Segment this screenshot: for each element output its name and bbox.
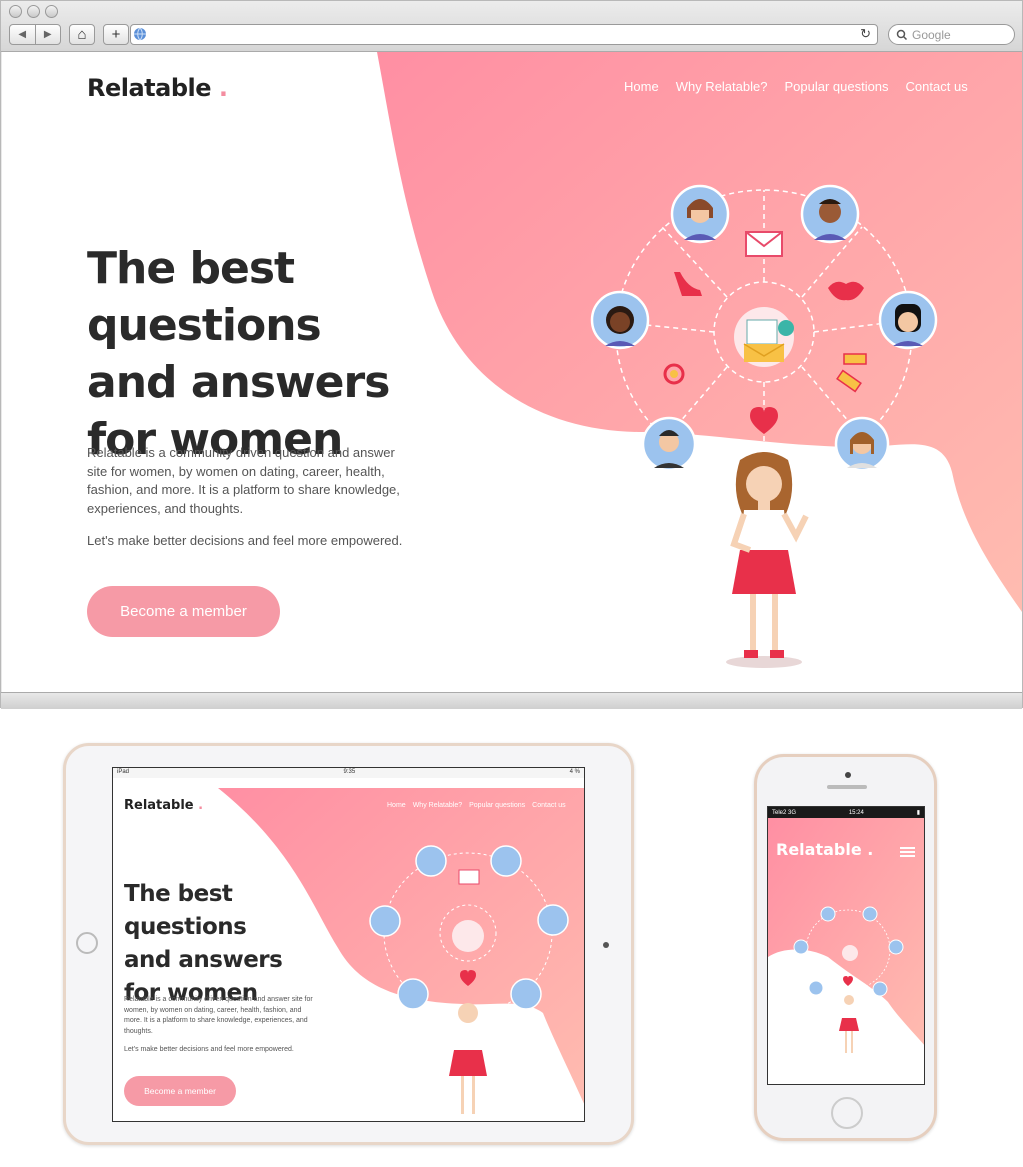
- become-member-button[interactable]: Become a member: [87, 586, 280, 637]
- search-icon: [896, 29, 908, 40]
- close-window-button[interactable]: [9, 5, 22, 18]
- envelope-icon: [745, 231, 783, 257]
- browser-status-bar: [1, 692, 1022, 709]
- nav-contact-us[interactable]: Contact us: [906, 79, 968, 94]
- avatar-mid-left: [590, 290, 650, 350]
- zoom-window-button[interactable]: [45, 5, 58, 18]
- logo-text: Relatable: [87, 74, 212, 102]
- avatar-top-left: [670, 184, 730, 244]
- ipad-nav-contact-us[interactable]: Contact us: [532, 802, 565, 809]
- ipad-woman: [449, 1003, 487, 1114]
- ipad-hero-tagline: Let's make better decisions and feel mor…: [124, 1046, 294, 1053]
- avatar-bottom-left: [641, 416, 697, 472]
- main-nav: Home Why Relatable? Popular questions Co…: [624, 79, 968, 94]
- iphone-logo-dot: .: [867, 840, 874, 859]
- iphone-home-button: [831, 1097, 863, 1129]
- ipad-screen: iPad 9:35 4 % Relatable . Home Why Relat…: [112, 767, 585, 1122]
- avatar-mid-right: [878, 290, 938, 350]
- ipad-hero-heading-line-1: The best questions: [124, 881, 247, 940]
- ipad-status-battery: 4 %: [569, 769, 580, 775]
- ipad-nav-home[interactable]: Home: [387, 802, 406, 809]
- iphone-screen: Tele2 3G 15:24 ▮ Relatable .: [767, 806, 925, 1085]
- hero-heading-line-1: The best questions: [87, 243, 322, 351]
- nav-home[interactable]: Home: [624, 79, 659, 94]
- ipad-logo-text: Relatable: [124, 798, 194, 813]
- ipad-logo-dot: .: [198, 798, 204, 813]
- iphone-site-logo[interactable]: Relatable .: [776, 840, 873, 859]
- page-viewport: Relatable . Home Why Relatable? Popular …: [2, 52, 1022, 692]
- home-icon[interactable]: ⌂: [69, 24, 95, 45]
- site-logo[interactable]: Relatable .: [87, 74, 228, 102]
- hero-heading: The best questions and answers for women: [87, 240, 507, 468]
- search-field[interactable]: Google: [888, 24, 1015, 45]
- ipad-camera: [603, 942, 609, 948]
- minimize-window-button[interactable]: [27, 5, 40, 18]
- search-placeholder: Google: [912, 27, 951, 42]
- desktop-browser-window: ◀ ▶ ⌂ + ↻ Google Relatable . Home Why Re…: [0, 0, 1023, 709]
- ipad-hero-heading: The best questions and answers for women: [124, 878, 354, 1010]
- logo-dot: .: [218, 74, 228, 102]
- iphone-status-carrier: Tele2 3G: [772, 809, 797, 816]
- hero-tagline: Let's make better decisions and feel mor…: [87, 533, 403, 548]
- avatar-top-right: [800, 184, 860, 244]
- hero-heading-line-2: and answers: [87, 357, 390, 408]
- iphone-speaker: [827, 785, 867, 789]
- iphone-woman: [839, 995, 859, 1053]
- iphone-logo-text: Relatable: [776, 840, 862, 859]
- ipad-status-bar: iPad 9:35 4 %: [113, 768, 584, 778]
- nav-popular-questions[interactable]: Popular questions: [784, 79, 888, 94]
- ipad-nav-popular-questions[interactable]: Popular questions: [469, 802, 525, 809]
- new-tab-icon[interactable]: +: [103, 24, 129, 45]
- ipad-site-logo[interactable]: Relatable .: [124, 798, 203, 813]
- ipad-home-button: [76, 932, 98, 954]
- iphone-camera: [845, 772, 851, 778]
- ipad-become-member-button[interactable]: Become a member: [124, 1076, 236, 1106]
- ipad-status-device: iPad: [117, 769, 130, 775]
- nav-why-relatable[interactable]: Why Relatable?: [676, 79, 768, 94]
- ipad-main-nav: Home Why Relatable? Popular questions Co…: [387, 802, 566, 809]
- ipad-hero-description: Relatable is a community driven question…: [124, 996, 313, 1035]
- globe-icon: [134, 27, 146, 41]
- ipad-status-time: 9:35: [343, 769, 356, 775]
- iphone-status-battery: ▮: [916, 810, 920, 816]
- avatar-bottom-right: [834, 416, 890, 472]
- ipad-nav-why-relatable[interactable]: Why Relatable?: [413, 802, 462, 809]
- back-arrow-icon[interactable]: ◀: [10, 25, 36, 44]
- browser-toolbar: ◀ ▶ ⌂ + ↻ Google: [1, 1, 1022, 52]
- center-mail-icon: [734, 307, 794, 367]
- iphone-status-bar: Tele2 3G 15:24 ▮: [768, 807, 924, 818]
- hamburger-menu-icon[interactable]: [900, 847, 915, 857]
- forward-arrow-icon[interactable]: ▶: [36, 25, 61, 44]
- ipad-hero-heading-line-2: and answers: [124, 947, 283, 973]
- history-nav: ◀ ▶: [9, 24, 61, 45]
- iphone-status-time: 15:24: [848, 809, 864, 816]
- hero-description: Relatable is a community driven question…: [87, 445, 400, 516]
- woman-character: [726, 452, 809, 668]
- reload-icon[interactable]: ↻: [860, 26, 871, 42]
- address-bar[interactable]: ↻: [130, 24, 878, 45]
